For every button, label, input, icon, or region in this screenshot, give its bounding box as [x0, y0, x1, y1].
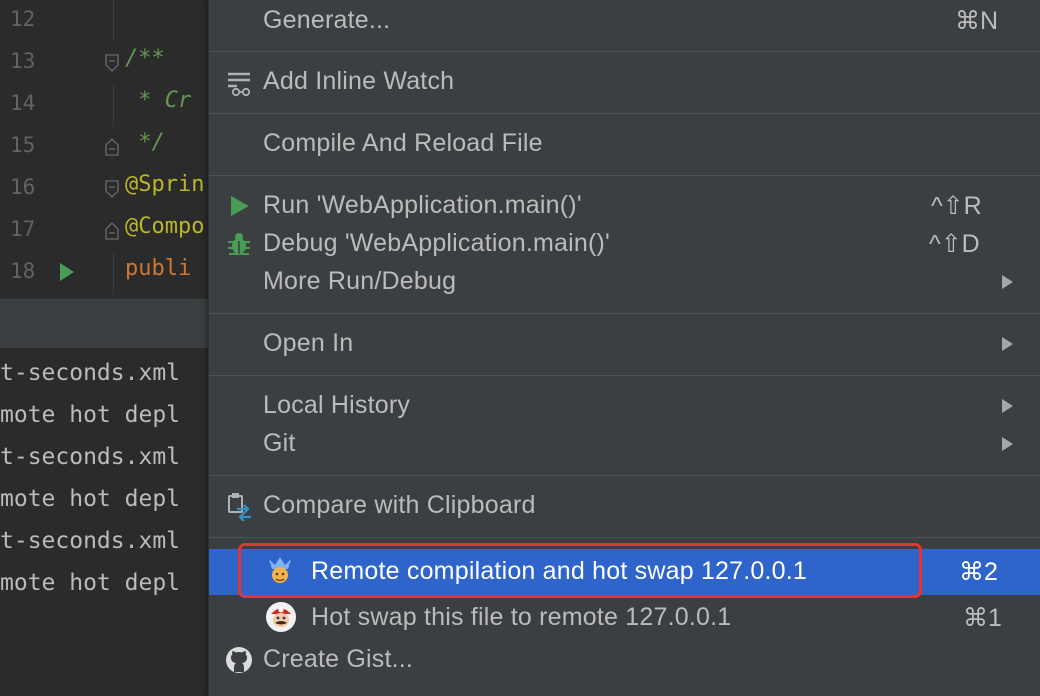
- menu-item-label: Local History: [263, 391, 411, 419]
- menu-item-label: Debug 'WebApplication.main()': [263, 229, 610, 257]
- line-number: 16: [10, 175, 36, 199]
- code-text: @Sprin: [125, 172, 205, 197]
- run-icon: [231, 196, 249, 216]
- menu-item-run[interactable]: Run 'WebApplication.main()' ^⇧R: [209, 187, 1040, 225]
- menu-separator: [209, 313, 1040, 314]
- console-line: mote hot depl: [0, 402, 181, 428]
- code-text: publi: [125, 256, 192, 281]
- menu-item-label: More Run/Debug: [263, 267, 457, 295]
- menu-item-debug[interactable]: Debug 'WebApplication.main()' ^⇧D: [209, 225, 1040, 263]
- menu-item-label: Compile And Reload File: [263, 129, 543, 157]
- menu-item-local-history[interactable]: Local History: [209, 387, 1040, 425]
- mario-icon: [266, 602, 296, 632]
- menu-item-label: Create Gist...: [263, 645, 414, 673]
- fold-icon[interactable]: [105, 180, 119, 198]
- console-line: t-seconds.xml: [0, 360, 181, 386]
- menu-item-more-run-debug[interactable]: More Run/Debug: [209, 263, 1040, 301]
- code-line: 17 @Compo: [0, 210, 210, 252]
- menu-item-shortcut: ⌘2: [959, 558, 998, 586]
- menu-item-label: Hot swap this file to remote 127.0.0.1: [311, 603, 732, 631]
- menu-item-open-in[interactable]: Open In: [209, 325, 1040, 363]
- menu-item-label: Compare with Clipboard: [263, 491, 536, 519]
- menu-item-generate[interactable]: Generate... ⌘N: [209, 2, 1040, 40]
- submenu-arrow-icon: [1002, 399, 1013, 413]
- code-line: 15 */: [0, 126, 210, 168]
- menu-item-compile-reload[interactable]: Compile And Reload File: [209, 125, 1040, 163]
- fold-icon[interactable]: [105, 54, 119, 72]
- code-line: 18 publi: [0, 252, 210, 294]
- menu-item-label: Git: [263, 429, 296, 457]
- submenu-arrow-icon: [1002, 275, 1013, 289]
- line-number: 14: [10, 91, 36, 115]
- console-line: t-seconds.xml: [0, 444, 181, 470]
- submenu-arrow-icon: [1002, 337, 1013, 351]
- code-text: @Compo: [125, 214, 205, 239]
- code-line: 16 @Sprin: [0, 168, 210, 210]
- line-number: 15: [10, 133, 36, 157]
- line-number: 18: [10, 259, 36, 283]
- menu-separator: [209, 51, 1040, 52]
- console-line: mote hot depl: [0, 570, 181, 596]
- github-icon: [226, 647, 252, 673]
- menu-item-shortcut: ^⇧D: [929, 230, 980, 258]
- menu-item-shortcut: ⌘1: [963, 604, 1002, 632]
- code-text: /**: [125, 46, 165, 71]
- line-number: 13: [10, 49, 36, 73]
- debug-icon: [228, 233, 250, 255]
- code-text: */: [125, 130, 165, 155]
- code-line: 14 * Cr: [0, 84, 210, 126]
- fold-icon[interactable]: [105, 222, 119, 240]
- menu-separator: [209, 175, 1040, 176]
- line-number: 12: [10, 7, 36, 31]
- submenu-arrow-icon: [1002, 437, 1013, 451]
- menu-item-hot-swap-file[interactable]: Hot swap this file to remote 127.0.0.1 ⌘…: [209, 599, 1040, 637]
- hotswap-character-icon: [269, 557, 291, 583]
- menu-item-add-inline-watch[interactable]: Add Inline Watch: [209, 63, 1040, 101]
- menu-item-shortcut: ^⇧R: [931, 192, 982, 220]
- menu-item-shortcut: ⌘N: [955, 7, 999, 35]
- menu-item-create-gist[interactable]: Create Gist...: [209, 641, 1040, 679]
- menu-separator: [209, 375, 1040, 376]
- menu-separator: [209, 113, 1040, 114]
- compare-clipboard-icon: [228, 493, 251, 521]
- context-menu: Generate... ⌘N Add Inline Watch Compile …: [208, 0, 1040, 696]
- code-line: 12: [0, 0, 210, 42]
- menu-separator: [209, 537, 1040, 538]
- inline-watch-icon: [228, 72, 251, 97]
- menu-item-label: Remote compilation and hot swap 127.0.0.…: [311, 557, 808, 585]
- code-text: * Cr: [125, 88, 192, 113]
- menu-item-label: Run 'WebApplication.main()': [263, 191, 582, 219]
- console-line: t-seconds.xml: [0, 528, 181, 554]
- menu-item-label: Open In: [263, 329, 354, 357]
- menu-item-compare-clipboard[interactable]: Compare with Clipboard: [209, 487, 1040, 525]
- menu-item-label: Add Inline Watch: [263, 67, 455, 95]
- line-number: 17: [10, 217, 36, 241]
- console-line: mote hot depl: [0, 486, 181, 512]
- menu-item-git[interactable]: Git: [209, 425, 1040, 463]
- menu-item-remote-compile-hotswap[interactable]: Remote compilation and hot swap 127.0.0.…: [209, 549, 1040, 595]
- menu-item-label: Generate...: [263, 6, 391, 34]
- run-gutter-icon[interactable]: [60, 263, 74, 281]
- fold-icon[interactable]: [105, 138, 119, 156]
- code-line: 13 /**: [0, 42, 210, 84]
- menu-separator: [209, 475, 1040, 476]
